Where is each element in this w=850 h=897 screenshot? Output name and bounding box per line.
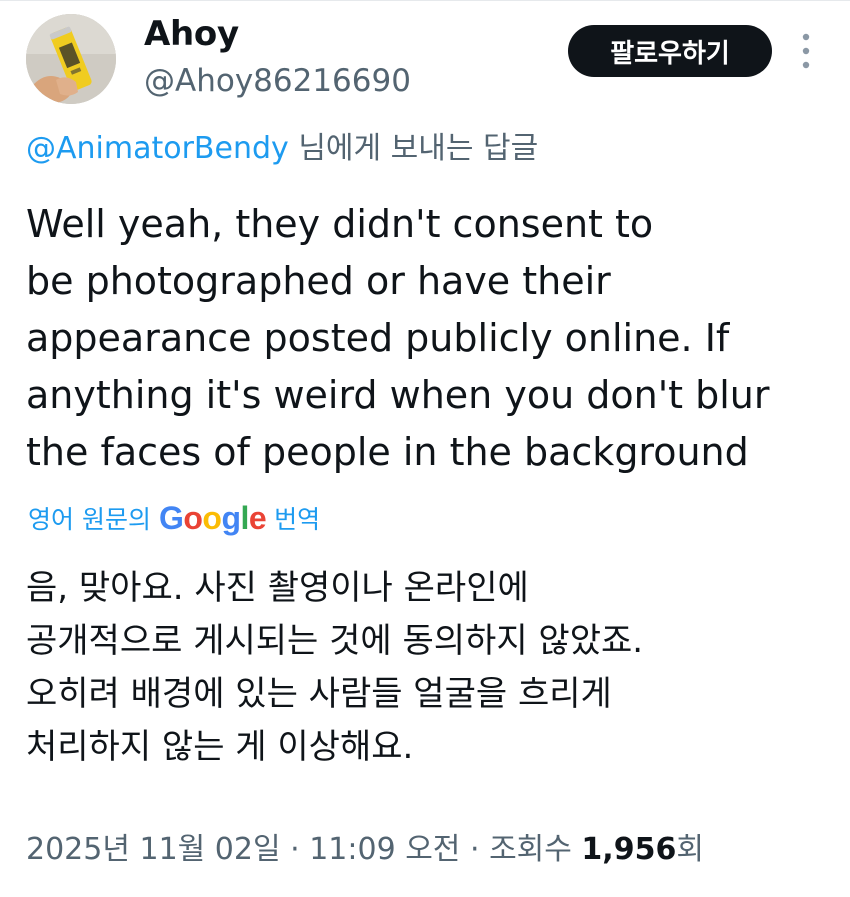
reply-mention-link[interactable]: @AnimatorBendy [26, 131, 289, 166]
translation-label-suffix: 번역 [274, 505, 321, 534]
reply-context: @AnimatorBendy 님에게 보내는 답글 [26, 128, 538, 170]
tweet-text-line: anything it's weird when you don't blur [26, 373, 770, 417]
avatar[interactable] [26, 14, 116, 104]
translated-text: 음, 맞아요. 사진 촬영이나 온라인에 공개적으로 게시되는 것에 동의하지 … [26, 562, 826, 774]
views-label: 조회수 [489, 832, 572, 867]
display-name[interactable]: Ahoy [144, 12, 239, 56]
top-divider [0, 0, 850, 1]
tweet-date[interactable]: 2025년 11월 02일 [26, 832, 281, 867]
reply-suffix: 님에게 보내는 답글 [288, 131, 539, 166]
tweet-text-line: appearance posted publicly online. If [26, 316, 730, 360]
more-vertical-icon [802, 33, 810, 69]
tweet-text: Well yeah, they didn't consent to be pho… [26, 196, 826, 481]
views-unit: 회 [676, 832, 704, 867]
tweet-text-line: Well yeah, they didn't consent to [26, 202, 654, 246]
translated-text-line: 공개적으로 게시되는 것에 동의하지 않았죠. [26, 621, 644, 661]
translation-attribution-link[interactable]: 영어 원문의 Google 번역 [28, 496, 320, 540]
tweet-text-line: the faces of people in the background [26, 430, 749, 474]
follow-button[interactable]: 팔로우하기 [568, 25, 772, 77]
can-in-hand-photo-icon [26, 14, 116, 104]
tweet-text-line: be photographed or have their [26, 259, 611, 303]
views-count: 1,956 [581, 832, 677, 867]
meta-separator: · [290, 832, 300, 867]
translated-text-line: 음, 맞아요. 사진 촬영이나 온라인에 [26, 568, 529, 608]
meta-separator: · [469, 832, 480, 867]
translation-label-prefix: 영어 원문의 [28, 505, 151, 534]
user-handle[interactable]: @Ahoy86216690 [144, 60, 411, 102]
translated-text-line: 처리하지 않는 게 이상해요. [26, 727, 414, 767]
translated-text-line: 오히려 배경에 있는 사람들 얼굴을 흐리게 [26, 674, 612, 714]
more-options-button[interactable] [790, 28, 822, 74]
google-logo: Google [158, 499, 267, 536]
tweet-time[interactable]: 11:09 오전 [309, 832, 460, 867]
tweet-meta: 2025년 11월 02일 · 11:09 오전 · 조회수 1,956회 [26, 828, 704, 872]
